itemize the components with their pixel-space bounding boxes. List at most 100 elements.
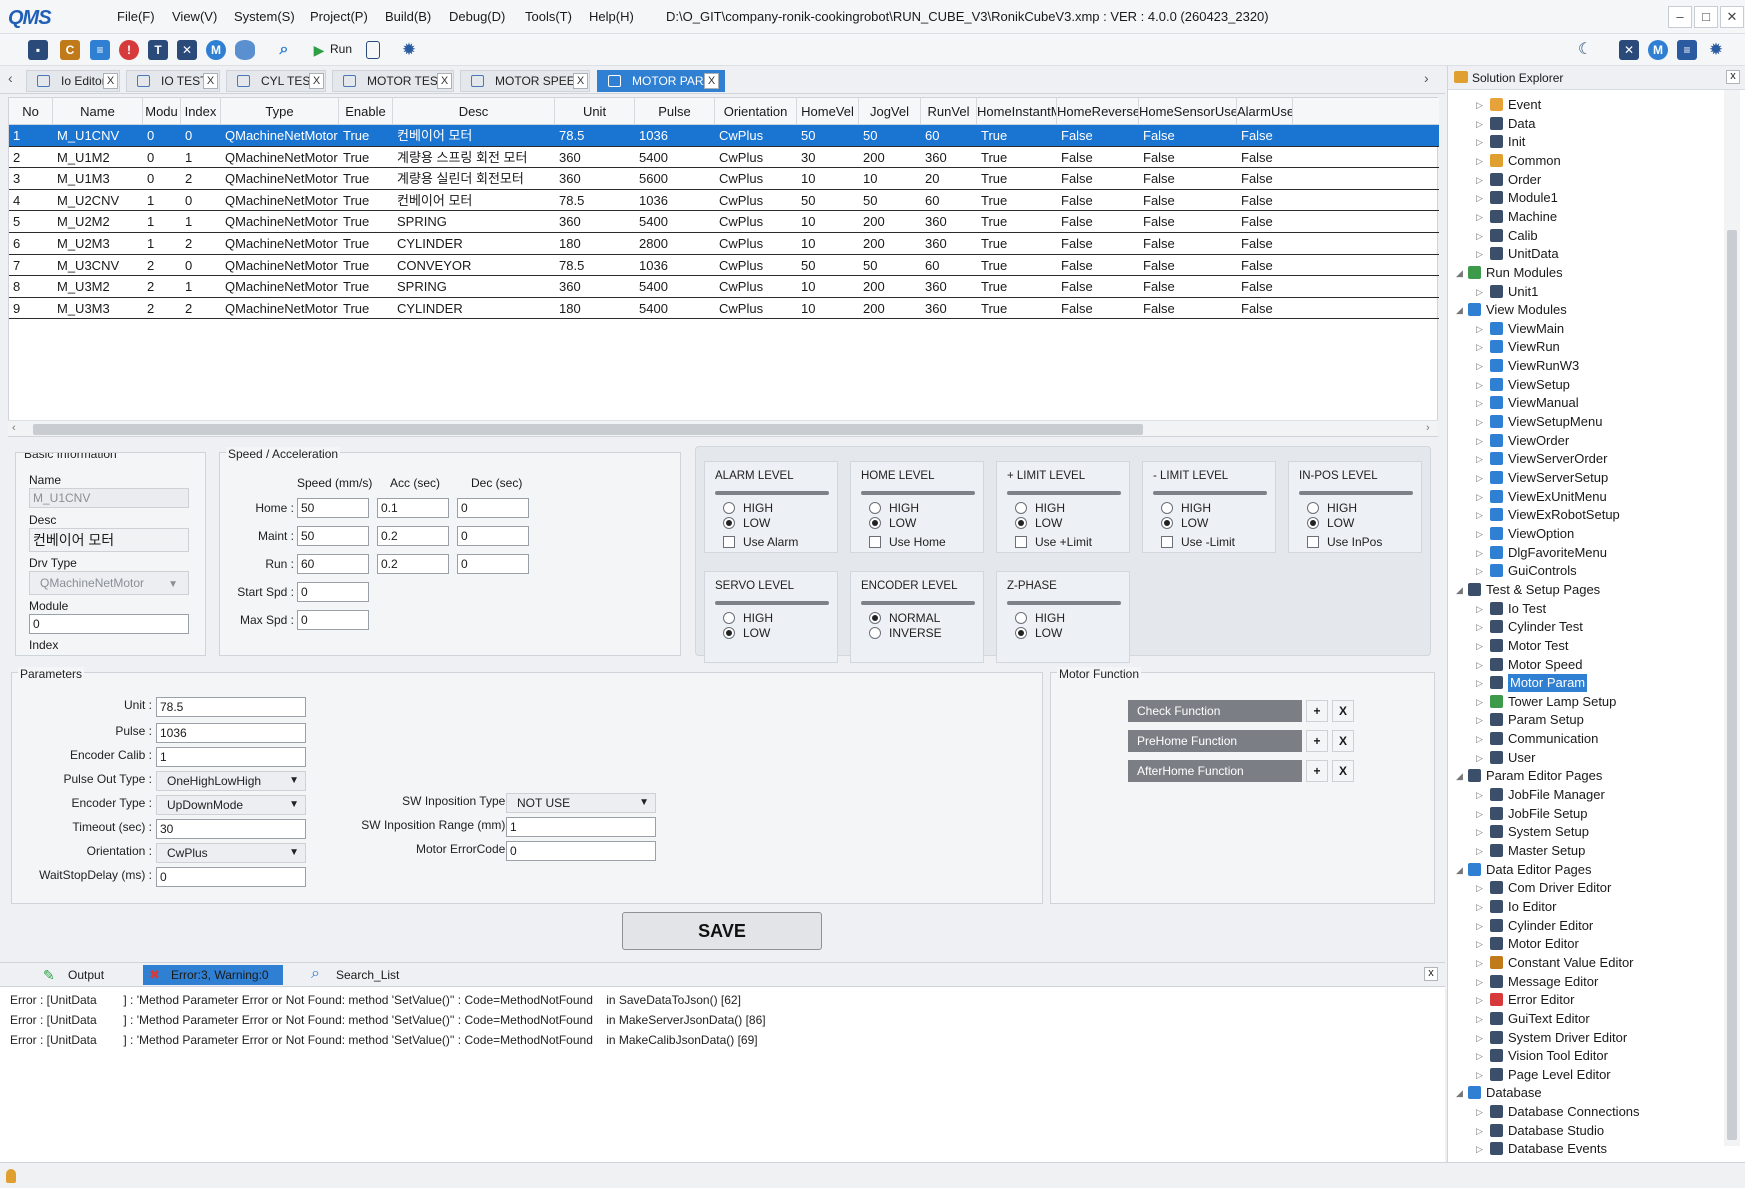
expand-icon[interactable]: ◢ — [1456, 1088, 1463, 1099]
table-cell[interactable]: False — [1057, 233, 1139, 254]
table-cell[interactable]: True — [339, 211, 393, 232]
table-cell[interactable]: QMachineNetMotor — [221, 147, 339, 168]
table-cell[interactable]: 1 — [143, 233, 181, 254]
close-box-icon[interactable]: ✕ — [1619, 40, 1639, 60]
table-cell[interactable]: 컨베이어 모터 — [393, 190, 555, 211]
tab-output[interactable]: ✎ Output — [40, 965, 140, 985]
column-header[interactable]: Name — [53, 98, 143, 124]
table-cell[interactable]: QMachineNetMotor — [221, 190, 339, 211]
solution-vertical-scrollbar[interactable] — [1724, 90, 1740, 1146]
tab-close-button[interactable]: X — [704, 73, 719, 89]
table-cell[interactable]: 2800 — [635, 233, 715, 254]
tab-scroll-right-icon[interactable]: › — [1424, 70, 1429, 86]
table-cell[interactable]: 10 — [797, 276, 859, 297]
column-header[interactable]: JogVel — [859, 98, 921, 124]
expand-icon[interactable]: ◢ — [1456, 268, 1463, 279]
table-cell[interactable]: CwPlus — [715, 298, 797, 319]
table-cell[interactable]: False — [1057, 211, 1139, 232]
run-acc-field[interactable]: 0.2 — [377, 554, 449, 574]
table-cell[interactable]: False — [1237, 276, 1293, 297]
table-cell[interactable]: QMachineNetMotor — [221, 125, 339, 146]
expand-icon[interactable]: ▷ — [1476, 473, 1483, 484]
table-cell[interactable]: CwPlus — [715, 276, 797, 297]
expand-icon[interactable]: ▷ — [1476, 1126, 1483, 1137]
scrollbar-thumb[interactable] — [1727, 230, 1737, 1140]
table-cell[interactable]: 0 — [181, 125, 221, 146]
table-row[interactable]: 2 M_U1M2 0 1 QMachineNetMotor True 계량용 스프링 회전 … — [9, 147, 1439, 169]
wait-stop-delay-field[interactable]: 0 — [156, 867, 306, 887]
expand-icon[interactable]: ▷ — [1476, 361, 1483, 372]
expand-icon[interactable]: ▷ — [1476, 1033, 1483, 1044]
expand-icon[interactable]: ▷ — [1476, 921, 1483, 932]
expand-icon[interactable]: ▷ — [1476, 529, 1483, 540]
gear-icon[interactable]: ✹ — [1706, 40, 1726, 60]
table-cell[interactable]: M_U2CNV — [53, 190, 143, 211]
menu-build[interactable]: Build(B) — [385, 9, 431, 24]
table-cell[interactable]: False — [1237, 125, 1293, 146]
menu-file[interactable]: File(F) — [117, 9, 155, 24]
tab-close-button[interactable]: X — [309, 73, 324, 89]
table-cell[interactable]: 6 — [9, 233, 53, 254]
table-cell[interactable]: 0 — [181, 255, 221, 276]
table-cell[interactable]: 78.5 — [555, 255, 635, 276]
table-cell[interactable]: 60 — [921, 190, 977, 211]
tab-motor-test[interactable]: MOTOR TEST X — [332, 70, 454, 92]
expand-icon[interactable]: ▷ — [1476, 939, 1483, 950]
close-window-button[interactable]: ✕ — [1720, 6, 1744, 28]
table-cell[interactable]: M_U3M2 — [53, 276, 143, 297]
table-cell[interactable]: 50 — [859, 255, 921, 276]
table-cell[interactable]: 50 — [797, 190, 859, 211]
table-cell[interactable]: CYLINDER — [393, 233, 555, 254]
close-box-icon[interactable]: ✕ — [177, 40, 197, 60]
expand-icon[interactable]: ▷ — [1476, 249, 1483, 260]
table-cell[interactable]: 50 — [859, 190, 921, 211]
tab-close-button[interactable]: X — [437, 73, 452, 89]
table-cell[interactable]: 10 — [797, 168, 859, 189]
table-cell[interactable]: True — [339, 190, 393, 211]
table-cell[interactable]: 3 — [9, 168, 53, 189]
pulse-field[interactable]: 1036 — [156, 723, 306, 743]
table-cell[interactable]: 60 — [921, 125, 977, 146]
radio-option-2[interactable] — [869, 517, 881, 529]
column-header[interactable]: Desc — [393, 98, 555, 124]
table-cell[interactable]: 5400 — [635, 211, 715, 232]
table-cell[interactable]: False — [1057, 147, 1139, 168]
table-cell[interactable]: False — [1237, 233, 1293, 254]
expand-icon[interactable]: ▷ — [1476, 622, 1483, 633]
table-cell[interactable]: 5400 — [635, 147, 715, 168]
table-cell[interactable]: False — [1139, 168, 1237, 189]
column-header[interactable]: HomeSensorUse — [1139, 98, 1237, 124]
table-row[interactable]: 8 M_U3M2 2 1 QMachineNetMotor True SPRING 360 54… — [9, 276, 1439, 298]
tab-io-editor[interactable]: Io Editor X — [26, 70, 120, 92]
table-cell[interactable]: 컨베이어 모터 — [393, 125, 555, 146]
table-cell[interactable]: False — [1057, 168, 1139, 189]
table-cell[interactable]: False — [1237, 255, 1293, 276]
expand-icon[interactable]: ▷ — [1476, 324, 1483, 335]
table-cell[interactable]: 360 — [921, 298, 977, 319]
table-cell[interactable]: M_U3CNV — [53, 255, 143, 276]
table-cell[interactable]: 5400 — [635, 276, 715, 297]
expand-icon[interactable]: ▷ — [1476, 510, 1483, 521]
tab-motor-para[interactable]: MOTOR PARA X — [597, 70, 725, 92]
pulse-out-type-select[interactable]: OneHighLowHigh ▼ — [156, 771, 306, 791]
table-cell[interactable]: M_U1CNV — [53, 125, 143, 146]
remove-prehome-function-button[interactable]: X — [1332, 730, 1354, 752]
expand-icon[interactable]: ▷ — [1476, 734, 1483, 745]
afterhome-function-item[interactable]: AfterHome Function — [1128, 760, 1302, 782]
radio-option-2[interactable] — [1015, 627, 1027, 639]
expand-icon[interactable]: ▷ — [1476, 753, 1483, 764]
table-cell[interactable]: True — [977, 233, 1057, 254]
table-cell[interactable]: 360 — [921, 276, 977, 297]
maint-acc-field[interactable]: 0.2 — [377, 526, 449, 546]
radio-option-2[interactable] — [1161, 517, 1173, 529]
expand-icon[interactable]: ▷ — [1476, 827, 1483, 838]
expand-icon[interactable]: ▷ — [1476, 398, 1483, 409]
tab-close-button[interactable]: X — [573, 73, 588, 89]
expand-icon[interactable]: ▷ — [1476, 604, 1483, 615]
expand-icon[interactable]: ▷ — [1476, 342, 1483, 353]
expand-icon[interactable]: ▷ — [1476, 119, 1483, 130]
table-cell[interactable]: 360 — [921, 211, 977, 232]
expand-icon[interactable]: ▷ — [1476, 697, 1483, 708]
expand-icon[interactable]: ▷ — [1476, 846, 1483, 857]
sw-inposition-type-select[interactable]: NOT USE ▼ — [506, 793, 656, 813]
